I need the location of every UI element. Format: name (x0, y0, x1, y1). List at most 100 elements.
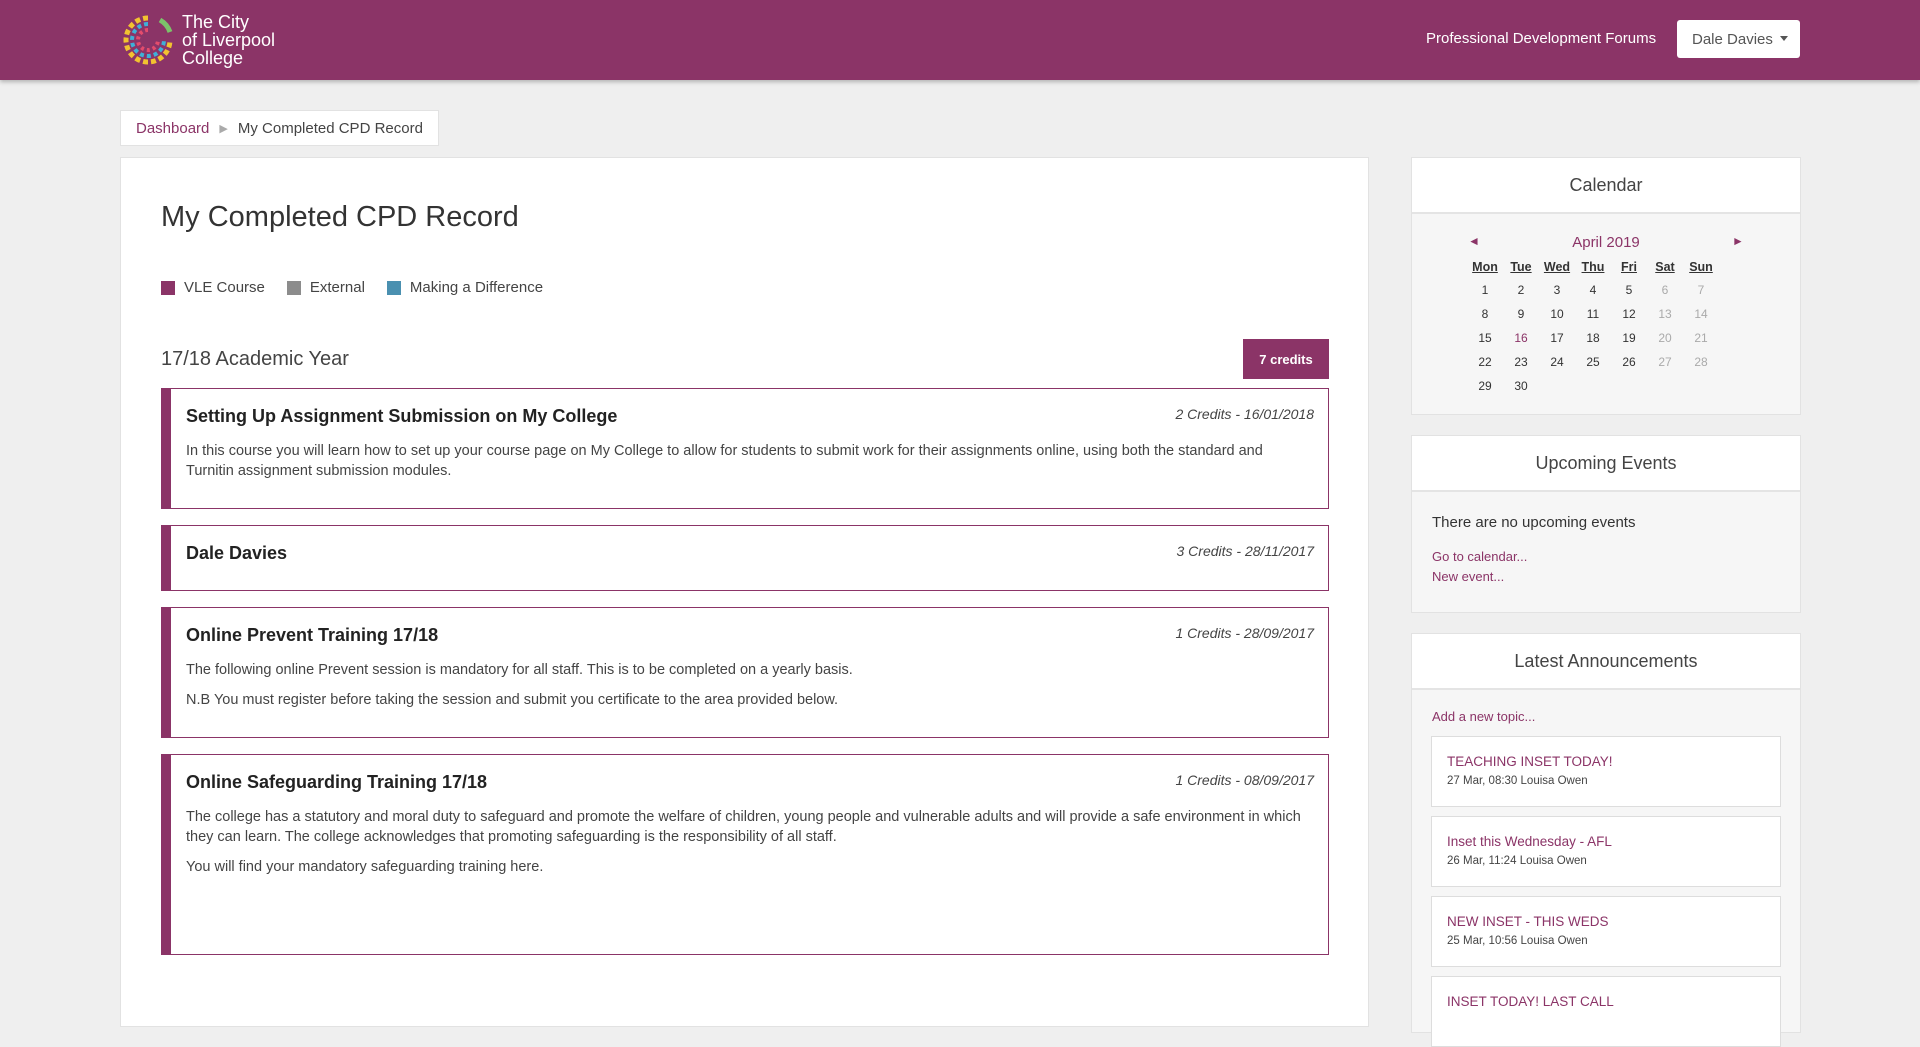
legend-label: External (309, 279, 365, 296)
calendar-day[interactable]: 7 (1683, 278, 1719, 302)
calendar-day[interactable]: 12 (1611, 302, 1647, 326)
calendar-day[interactable]: 9 (1503, 302, 1539, 326)
calendar-day[interactable]: 1 (1467, 278, 1503, 302)
calendar-day[interactable]: 19 (1611, 326, 1647, 350)
course-credits-date: 1 Credits - 28/09/2017 (1175, 625, 1314, 641)
course-paragraph: The college has a statutory and moral du… (186, 809, 1301, 845)
calendar-title: Calendar (1412, 158, 1800, 214)
calendar-day[interactable]: 23 (1503, 350, 1539, 374)
announcement-title[interactable]: Inset this Wednesday - AFL (1447, 834, 1612, 849)
calendar-block: Calendar April 2019 ◄ ► Mon Tue Wed Thu Fri S… (1411, 157, 1801, 415)
logo-text: The City of Liverpool College (182, 12, 276, 68)
calendar-day[interactable]: 24 (1539, 350, 1575, 374)
add-topic-link[interactable]: Add a new topic... (1432, 709, 1535, 724)
next-month-icon[interactable]: ► (1732, 234, 1744, 248)
calendar-day[interactable]: 2 (1503, 278, 1539, 302)
announcement-title[interactable]: TEACHING INSET TODAY! (1447, 754, 1613, 769)
calendar-day[interactable]: 15 (1467, 326, 1503, 350)
calendar-grid: Mon Tue Wed Thu Fri Sat Sun 1 2 3 4 5 6 7 8 9 10 11 12 13 1… (1467, 256, 1719, 398)
weekday-header: Thu (1581, 260, 1605, 274)
calendar-day[interactable]: 13 (1647, 302, 1683, 326)
course-title[interactable]: Setting Up Assignment Submission on My C… (186, 406, 617, 427)
calendar-day[interactable]: 30 (1503, 374, 1539, 398)
calendar-day[interactable]: 8 (1467, 302, 1503, 326)
new-event-link[interactable]: New event... (1432, 569, 1504, 584)
announcement-item[interactable]: INSET TODAY! LAST CALL (1431, 976, 1781, 1047)
announcement-item[interactable]: NEW INSET - THIS WEDS 25 Mar, 10:56 Loui… (1431, 896, 1781, 967)
legend-vle-course: VLE Course (161, 279, 265, 296)
calendar-day[interactable]: 6 (1647, 278, 1683, 302)
course-paragraph: In this course you will learn how to set… (186, 443, 1263, 479)
legend-external: External (286, 279, 365, 296)
announcements-title: Latest Announcements (1412, 634, 1800, 690)
year-credits-badge: 7 credits (1243, 339, 1329, 379)
course-item[interactable]: Setting Up Assignment Submission on My C… (161, 388, 1329, 509)
weekday-header: Mon (1472, 260, 1498, 274)
user-name: Dale Davies (1692, 31, 1773, 48)
legend-label: Making a Difference (409, 279, 544, 296)
calendar-day[interactable]: 5 (1611, 278, 1647, 302)
calendar-day[interactable]: 14 (1683, 302, 1719, 326)
calendar-day (1683, 374, 1719, 398)
calendar-day[interactable]: 21 (1683, 326, 1719, 350)
announcement-title[interactable]: NEW INSET - THIS WEDS (1447, 914, 1609, 929)
academic-year-title: 17/18 Academic Year (161, 348, 349, 370)
legend-swatch-external (286, 280, 301, 295)
upcoming-events-title: Upcoming Events (1412, 436, 1800, 492)
course-credits-date: 2 Credits - 16/01/2018 (1175, 406, 1314, 422)
top-navbar: The City of Liverpool College Profession… (0, 0, 1920, 80)
user-menu-button[interactable]: Dale Davies (1677, 20, 1800, 58)
calendar-day (1611, 374, 1647, 398)
go-to-calendar-link[interactable]: Go to calendar... (1432, 549, 1527, 564)
weekday-header: Tue (1510, 260, 1532, 274)
announcement-author: Louisa Owen (1520, 935, 1588, 947)
upcoming-events-block: Upcoming Events There are no upcoming ev… (1411, 435, 1801, 613)
calendar-day[interactable]: 29 (1467, 374, 1503, 398)
calendar-day[interactable]: 27 (1647, 350, 1683, 374)
breadcrumb-dashboard-link[interactable]: Dashboard (136, 120, 209, 137)
prev-month-icon[interactable]: ◄ (1468, 234, 1480, 248)
calendar-day[interactable]: 16 (1503, 326, 1539, 350)
weekday-header: Fri (1621, 260, 1637, 274)
course-paragraph[interactable]: You will find your mandatory safeguardin… (186, 857, 1308, 877)
calendar-day[interactable]: 4 (1575, 278, 1611, 302)
course-item[interactable]: Online Safeguarding Training 17/18 1 Cre… (161, 754, 1329, 955)
calendar-day[interactable]: 11 (1575, 302, 1611, 326)
course-description: In this course you will learn how to set… (186, 441, 1308, 491)
legend-swatch-vle (161, 280, 175, 295)
course-title[interactable]: Online Prevent Training 17/18 (186, 625, 438, 646)
course-credits-date: 3 Credits - 28/11/2017 (1176, 543, 1315, 559)
breadcrumb-current: My Completed CPD Record (237, 119, 423, 137)
calendar-day[interactable]: 26 (1611, 350, 1647, 374)
announcement-date: 25 Mar, 10:56 (1447, 935, 1518, 947)
course-title[interactable]: Dale Davies (186, 543, 287, 564)
breadcrumb-separator-icon: ▶ (219, 122, 228, 135)
no-events-text: There are no upcoming events (1432, 514, 1636, 531)
calendar-day[interactable]: 28 (1683, 350, 1719, 374)
announcement-date: 26 Mar, 11:24 (1447, 855, 1517, 867)
announcement-item[interactable]: Inset this Wednesday - AFL 26 Mar, 11:24… (1431, 816, 1781, 887)
course-credits-date: 1 Credits - 08/09/2017 (1175, 772, 1314, 788)
forums-link[interactable]: Professional Development Forums (1426, 30, 1656, 47)
calendar-day[interactable]: 3 (1539, 278, 1575, 302)
course-description: The following online Prevent session is … (186, 660, 1308, 720)
course-title[interactable]: Online Safeguarding Training 17/18 (186, 772, 487, 793)
announcement-author: Louisa Owen (1520, 775, 1588, 787)
legend-label: VLE Course (184, 279, 265, 296)
course-item[interactable]: Online Prevent Training 17/18 1 Credits … (161, 607, 1329, 738)
course-type-legend: VLE Course External Making a Difference (161, 279, 565, 296)
calendar-day[interactable]: 18 (1575, 326, 1611, 350)
calendar-day (1575, 374, 1611, 398)
calendar-day[interactable]: 22 (1467, 350, 1503, 374)
calendar-day (1647, 374, 1683, 398)
latest-announcements-block: Latest Announcements Add a new topic... … (1411, 633, 1801, 1047)
calendar-day[interactable]: 17 (1539, 326, 1575, 350)
announcement-item[interactable]: TEACHING INSET TODAY! 27 Mar, 08:30 Loui… (1431, 736, 1781, 807)
calendar-day[interactable]: 20 (1647, 326, 1683, 350)
calendar-day[interactable]: 10 (1539, 302, 1575, 326)
college-logo[interactable]: The City of Liverpool College (120, 10, 320, 70)
course-item[interactable]: Dale Davies 3 Credits - 28/11/2017 (161, 525, 1329, 591)
announcement-author: Louisa Owen (1519, 855, 1587, 867)
cpd-record-card: My Completed CPD Record VLE Course Exter… (120, 157, 1369, 1027)
calendar-day[interactable]: 25 (1575, 350, 1611, 374)
